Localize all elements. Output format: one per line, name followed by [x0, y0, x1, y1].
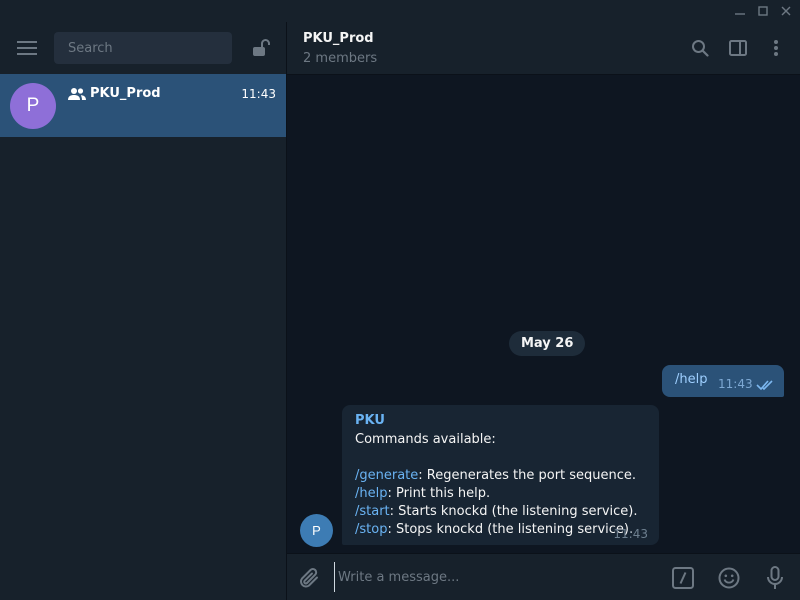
- double-check-icon: [756, 379, 776, 391]
- bot-command-link[interactable]: /help: [355, 486, 387, 501]
- more-vertical-icon[interactable]: [765, 37, 787, 59]
- date-separator: May 26: [509, 331, 586, 356]
- sidebar-toggle-icon[interactable]: [727, 37, 749, 59]
- menu-icon[interactable]: [17, 40, 37, 56]
- sender-avatar[interactable]: P: [300, 514, 333, 547]
- chat-header[interactable]: PKU_Prod 2 members: [287, 22, 800, 75]
- emoji-icon[interactable]: [717, 566, 741, 590]
- minimize-icon[interactable]: [728, 0, 752, 22]
- bot-command-link[interactable]: /stop: [355, 522, 387, 537]
- window-titlebar: [0, 0, 800, 22]
- command-line: /help: Print this help.: [355, 485, 638, 503]
- message-text: Commands available: /generate: Regenerat…: [355, 431, 638, 539]
- bot-command-icon[interactable]: [671, 566, 695, 590]
- group-icon: [68, 87, 86, 101]
- command-line: /generate: Regenerates the port sequence…: [355, 467, 638, 485]
- message-time: 11:43: [613, 527, 648, 541]
- message-time: 11:43: [718, 377, 753, 391]
- bot-command-link[interactable]: /help: [675, 372, 707, 387]
- chat-list-item[interactable]: P PKU_Prod 11:43: [0, 74, 286, 137]
- unlock-icon[interactable]: [250, 37, 272, 59]
- chat-list-panel: P PKU_Prod 11:43: [0, 22, 286, 600]
- command-description: : Regenerates the port sequence.: [418, 468, 637, 483]
- command-description: : Print this help.: [387, 486, 491, 501]
- incoming-message[interactable]: PKU Commands available: /generate: Regen…: [342, 405, 659, 545]
- member-count: 2 members: [303, 51, 378, 66]
- command-description: : Stops knockd (the listening service).: [387, 522, 634, 537]
- bot-command-link[interactable]: /start: [355, 504, 390, 519]
- search-box: [54, 32, 232, 64]
- chat-name: PKU_Prod: [90, 86, 161, 101]
- chat-time: 11:43: [241, 87, 276, 101]
- attach-icon[interactable]: [297, 566, 321, 590]
- sender-name[interactable]: PKU: [355, 413, 385, 428]
- message-input[interactable]: [334, 562, 654, 592]
- maximize-icon[interactable]: [751, 0, 775, 22]
- message-composer: [287, 553, 800, 600]
- message-line: Commands available:: [355, 432, 496, 447]
- chat-title[interactable]: PKU_Prod: [303, 31, 374, 46]
- avatar: P: [10, 83, 56, 129]
- search-icon[interactable]: [689, 37, 711, 59]
- close-icon[interactable]: [774, 0, 798, 22]
- command-description: : Starts knockd (the listening service).: [389, 504, 638, 519]
- command-line: /stop: Stops knockd (the listening servi…: [355, 521, 638, 539]
- bot-command-link[interactable]: /generate: [355, 468, 418, 483]
- outgoing-message[interactable]: /help 11:43: [662, 365, 784, 397]
- microphone-icon[interactable]: [763, 566, 787, 590]
- command-line: /start: Starts knockd (the listening ser…: [355, 503, 638, 521]
- message-list[interactable]: May 26 /help 11:43 PKU Commands availabl…: [287, 75, 800, 553]
- search-input[interactable]: [54, 32, 232, 64]
